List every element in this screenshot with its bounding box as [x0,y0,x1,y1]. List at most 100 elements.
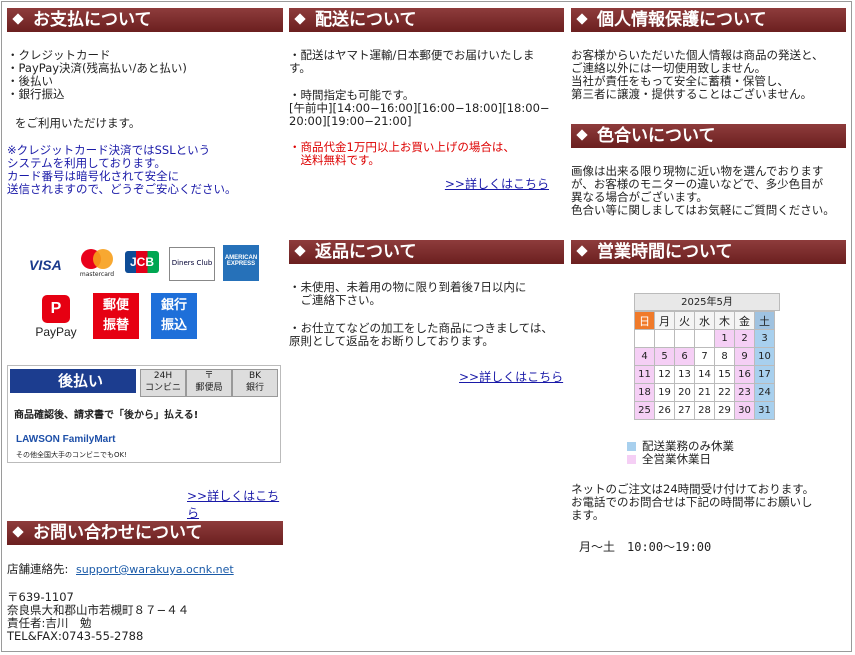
calendar-day: 29 [714,401,735,420]
yubin-furikae-logo: 郵便 振替 [93,293,139,339]
payment-header: お支払について [7,8,283,32]
weekday-header: 火 [674,311,695,330]
visa-logo: VISA [29,257,62,273]
calendar-day: 2 [734,329,755,348]
calendar-day: 15 [714,365,735,384]
atobarai-foot: その他全国大手のコンビニでもOK! [16,451,127,459]
tab-sub: コンビニ [144,383,181,393]
calendar-day: 16 [734,365,755,384]
calendar-day: 9 [734,347,755,366]
shipping-title: 配送について [315,10,417,30]
free-shipping-note: ・商品代金1万円以上お買い上げの場合は、 送料無料です。 [289,141,564,167]
tab-label: 24H [153,371,173,381]
weekday-header: 金 [734,311,755,330]
furikae-text: 振替 [102,318,129,333]
calendar-day: 12 [654,365,675,384]
calendar-day: 25 [634,401,655,420]
contact-address: 〒639-1107 奈良県大和郡山市若槻町８７−４４ 責任者:吉川 勉 TEL&… [7,591,189,643]
returns-title: 返品について [315,242,417,262]
paypay-logo: P PayPay [33,295,79,341]
shipping-line: ・配送はヤマト運輸/日本郵便でお届けいたしま [289,48,535,62]
legend-label: 配送業務のみ休業 [642,439,734,453]
ssl-note: ※クレジットカード決済ではSSLという システムを利用しております。 カード番号… [7,144,283,196]
calendar-grid: 日月火水木金土 1 2 3 4 5 6 7 8 9 10 11 12 13 14 15 16 17 18 19 20 21… [634,311,775,420]
shipping-header: 配送について [289,8,564,32]
middle-column: 配送について ・配送はヤマト運輸/日本郵便でお届けいたしま す。 ・時間指定も可… [289,8,564,384]
payment-logos: VISA mastercard JCB Diners Club AMERICAN… [27,243,267,343]
diamond-icon [294,13,306,25]
color-line: 色合い等に関しましてはお気軽にご質問ください。 [571,203,835,217]
calendar-day: 28 [694,401,715,420]
weekday-header: 水 [694,311,715,330]
calendar-day: 20 [674,383,695,402]
right-column: 個人情報保護について お客様からいただいた個人情報は商品の発送と、 ご連絡以外に… [571,8,846,554]
color-lines: 画像は出来る限り現物に近い物を選んでおります が、お客様のモニターの違いなどで、… [571,165,835,217]
returns-lines2: ・お仕立てなどの加工をした商品につきましては、 原則として返品をお断りしておりま… [289,322,553,348]
shipping-time: ・時間指定も可能です。 [午前中][14:00−16:00][16:00−18:… [289,89,564,128]
left-column: お支払について ・クレジットカード ・PayPay決済(残高払い/あと払い) ・… [7,8,283,643]
tel-fax: TEL&FAX:0743-55-2788 [7,629,144,643]
mastercard-text: mastercard [79,271,115,278]
contact-header: お問い合わせについて [7,521,283,545]
payment-available: をご利用いただけます。 [15,116,141,130]
returns-lines: ・未使用、未着用の物に限り到着後7日以内に ご連絡下さい。 [289,281,526,307]
diamond-icon [576,245,588,257]
contact-email-link[interactable]: support@warakuya.ocnk.net [76,563,234,576]
calendar-day: 30 [734,401,755,420]
post-office-tab: 〒郵便局 [186,369,232,397]
calendar-month: 2025年5月 [634,293,780,311]
paypay-text: PayPay [35,325,77,339]
diamond-icon [12,13,24,25]
atobarai-line: 商品確認後、請求書で「後から」払える! [14,410,199,421]
calendar-day [694,329,715,348]
calendar-day: 10 [754,347,775,366]
calendar-day: 17 [754,365,775,384]
calendar-day: 11 [634,365,655,384]
mastercard-logo: mastercard [79,247,115,281]
calendar-day [634,329,655,348]
atobarai-tabs: 24H コンビニ 〒郵便局 BK 銀行 [140,369,278,397]
privacy-lines: お客様からいただいた個人情報は商品の発送と、 ご連絡以外には一切使用致しません。… [571,49,846,101]
shipping-more-link[interactable]: >>詳しくはこちら [445,177,549,191]
contact-label: 店舗連絡先: [7,562,69,576]
calendar-day: 7 [694,347,715,366]
method-bank: ・銀行振込 [7,87,65,101]
returns-more-link[interactable]: >>詳しくはこちら [459,370,563,384]
time-line: 20:00][19:00−21:00] [289,114,412,128]
calendar-day [654,329,675,348]
hours-net: ネットのご注文は24時間受け付けております。 お電話でのお問合せは下記の時間帯に… [571,483,814,522]
jcb-logo: JCB [125,251,159,273]
weekday-header: 木 [714,311,735,330]
yubin-text: 郵便 [102,298,129,313]
hours-title: 営業時間について [597,242,733,262]
tab-label: 〒 [204,371,214,381]
contact-title: お問い合わせについて [33,523,203,543]
shipping-lines: ・配送はヤマト運輸/日本郵便でお届けいたしま す。 [289,49,564,75]
tab-label: BK [248,371,262,381]
legend-swatch [627,442,636,451]
legend-label: 全営業休業日 [642,452,711,466]
payment-more-link[interactable]: >>詳しくはこちら [187,489,279,520]
calendar-day: 6 [674,347,695,366]
net-line: ます。 [571,508,605,522]
privacy-line: 第三者に譲渡・提供することはございません。 [571,87,813,101]
calendar-legend: 配送業務のみ休業 全営業休業日 [627,440,734,466]
calendar-day: 18 [634,383,655,402]
ginko-text: 銀行 [160,298,187,313]
atobarai-brand: 後払い [10,369,136,393]
atobarai-banner: 後払い 24H コンビニ 〒郵便局 BK 銀行 商品確認後、請求書で「後から」払える… [7,365,281,463]
calendar-day: 4 [634,347,655,366]
contact-line: 店舗連絡先: support@warakuya.ocnk.net [7,562,234,577]
returns-header: 返品について [289,240,564,264]
calendar-day: 27 [674,401,695,420]
diamond-icon [294,245,306,257]
amex-logo: AMERICAN EXPRESS [223,245,259,281]
calendar-day: 14 [694,365,715,384]
calendar-day: 21 [694,383,715,402]
calendar-day: 22 [714,383,735,402]
calendar-day [674,329,695,348]
privacy-header: 個人情報保護について [571,8,846,32]
business-calendar: 2025年5月 日月火水木金土 1 2 3 4 5 6 7 8 9 10 11 12 13 14 15 16 17… [634,293,780,420]
calendar-day: 1 [714,329,735,348]
calendar-day: 8 [714,347,735,366]
